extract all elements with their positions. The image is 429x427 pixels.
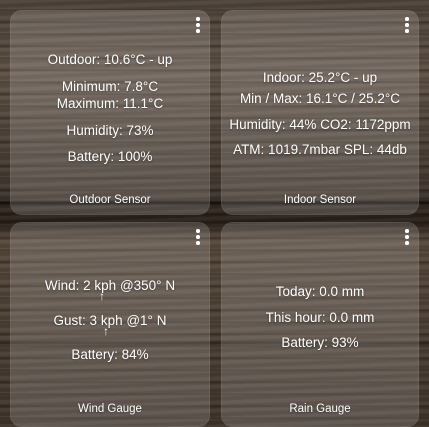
wind-card-menu-icon[interactable] bbox=[190, 228, 206, 246]
rain-today: Today: 0.0 mm bbox=[275, 284, 365, 299]
indoor-pressure-noise: ATM: 1019.7mbar SPL: 44db bbox=[233, 142, 407, 157]
outdoor-sensor-card[interactable]: Outdoor: 10.6°C - up Minimum: 7.8°C Maxi… bbox=[10, 10, 210, 215]
wind-gauge-caption: Wind Gauge bbox=[78, 403, 142, 415]
outdoor-battery: Battery: 100% bbox=[67, 149, 153, 164]
wind-battery: Battery: 84% bbox=[71, 347, 149, 362]
rain-card-menu-icon[interactable] bbox=[399, 228, 415, 246]
rain-gauge-card[interactable]: Today: 0.0 mm This hour: 0.0 mm Battery:… bbox=[221, 222, 419, 427]
outdoor-minimum: Minimum: 7.8°C bbox=[61, 79, 159, 94]
indoor-sensor-card[interactable]: Indoor: 25.2°C - up Min / Max: 16.1°C / … bbox=[221, 10, 419, 215]
wind-gauge-card[interactable]: Wind: 2 kph @350° N ↑ Gust: 3 kph @1° N … bbox=[10, 222, 210, 427]
gust-speed: Gust: 3 kph @1° N bbox=[53, 313, 167, 328]
indoor-sensor-caption: Indoor Sensor bbox=[283, 194, 357, 206]
indoor-temperature: Indoor: 25.2°C - up bbox=[262, 70, 378, 85]
rain-gauge-caption: Rain Gauge bbox=[289, 403, 351, 415]
outdoor-sensor-caption: Outdoor Sensor bbox=[69, 194, 151, 206]
indoor-card-menu-icon[interactable] bbox=[399, 16, 415, 34]
indoor-humidity-co2: Humidity: 44% CO2: 1172ppm bbox=[229, 117, 411, 132]
rain-battery: Battery: 93% bbox=[281, 335, 359, 350]
wind-speed: Wind: 2 kph @350° N bbox=[44, 278, 176, 293]
rain-this-hour: This hour: 0.0 mm bbox=[265, 310, 375, 325]
indoor-min-max: Min / Max: 16.1°C / 25.2°C bbox=[239, 91, 401, 106]
outdoor-card-menu-icon[interactable] bbox=[190, 16, 206, 34]
wind-direction-arrow-icon: ↑ bbox=[99, 289, 105, 303]
outdoor-temperature: Outdoor: 10.6°C - up bbox=[47, 52, 173, 67]
gust-direction-arrow-icon: ↑ bbox=[103, 324, 109, 338]
outdoor-maximum: Maximum: 11.1°C bbox=[56, 96, 164, 111]
outdoor-humidity: Humidity: 73% bbox=[66, 123, 154, 138]
